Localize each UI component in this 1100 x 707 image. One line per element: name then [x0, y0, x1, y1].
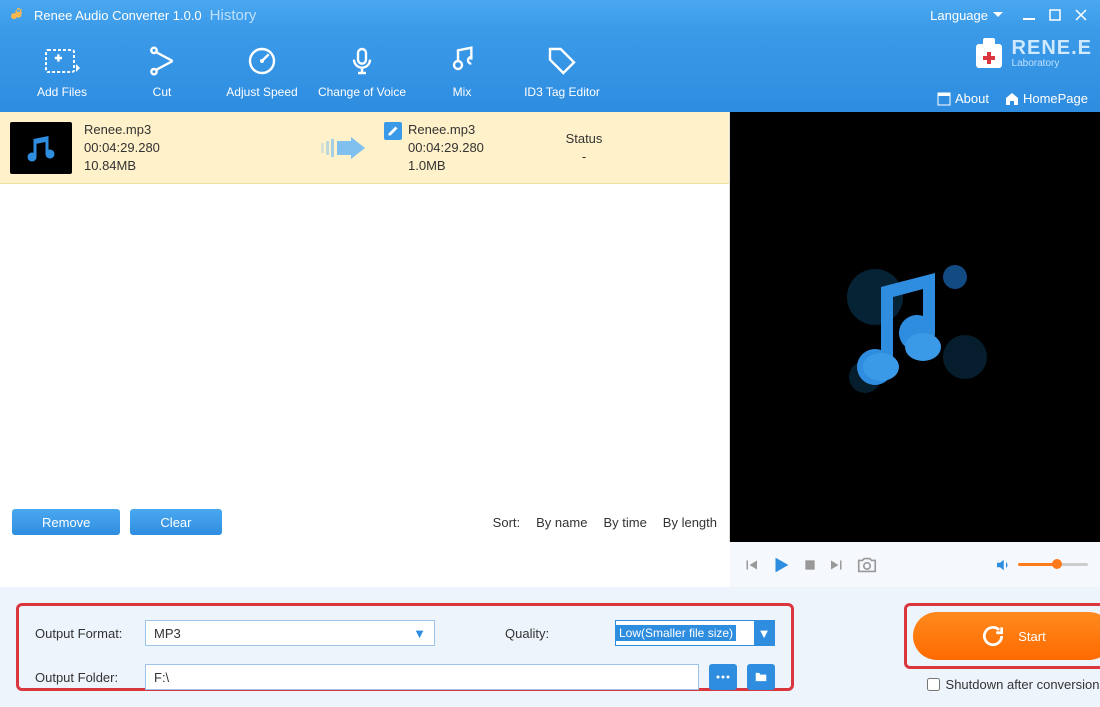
id3-tag-button[interactable]: ID3 Tag Editor: [512, 35, 612, 107]
shutdown-label: Shutdown after conversion: [946, 677, 1100, 692]
brand-text: RENE.E: [1012, 37, 1092, 59]
quality-value: Low(Smaller file size): [616, 625, 736, 641]
brand-subtitle: Laboratory: [1012, 58, 1092, 69]
source-file-info: Renee.mp3 00:04:29.280 10.84MB: [84, 121, 304, 175]
chevron-down-icon: ▼: [413, 626, 426, 641]
window-icon: [937, 92, 951, 106]
home-icon: [1005, 92, 1019, 106]
output-size: 1.0MB: [408, 157, 484, 175]
microphone-icon: [344, 43, 380, 79]
brand-logo: RENE.ELaboratory: [972, 34, 1092, 72]
toolbar-label: Change of Voice: [318, 85, 406, 99]
sort-by-length[interactable]: By length: [663, 515, 717, 530]
clear-button[interactable]: Clear: [130, 509, 221, 535]
play-button[interactable]: [770, 554, 792, 576]
output-duration: 00:04:29.280: [408, 139, 484, 157]
output-settings-box: Output Format: MP3 ▼ Quality: Low(Smalle…: [16, 603, 794, 691]
language-label: Language: [930, 8, 988, 23]
gauge-icon: [244, 43, 280, 79]
file-thumbnail: [10, 122, 72, 174]
file-status: Status -: [544, 130, 624, 166]
remove-button[interactable]: Remove: [12, 509, 120, 535]
start-label: Start: [1018, 629, 1045, 644]
add-files-button[interactable]: Add Files: [12, 35, 112, 107]
homepage-link[interactable]: HomePage: [1005, 91, 1088, 106]
player-controls: [730, 542, 1100, 587]
browse-folder-button[interactable]: [747, 664, 775, 690]
sort-controls: Sort: By name By time By length: [493, 515, 717, 530]
chevron-down-icon: [992, 9, 1004, 21]
toolbar-label: Cut: [153, 85, 172, 99]
volume-icon[interactable]: [994, 556, 1012, 574]
file-list: Renee.mp3 00:04:29.280 10.84MB Renee.mp3…: [0, 112, 730, 542]
source-size: 10.84MB: [84, 157, 304, 175]
shutdown-checkbox-row[interactable]: Shutdown after conversion: [927, 677, 1100, 692]
output-format-value: MP3: [154, 626, 181, 641]
folder-icon: [753, 670, 769, 684]
output-folder-label: Output Folder:: [35, 670, 135, 685]
mix-button[interactable]: Mix: [412, 35, 512, 107]
sort-by-name[interactable]: By name: [536, 515, 587, 530]
titlebar: Renee Audio Converter 1.0.0 History Lang…: [0, 0, 1100, 30]
arrow-icon: [304, 133, 384, 163]
more-button[interactable]: [709, 664, 737, 690]
preview-panel: [730, 112, 1100, 542]
maximize-button[interactable]: [1044, 4, 1066, 26]
prev-button[interactable]: [742, 556, 760, 574]
history-link[interactable]: History: [210, 7, 257, 24]
sort-label: Sort:: [493, 515, 520, 530]
close-button[interactable]: [1070, 4, 1092, 26]
adjust-speed-button[interactable]: Adjust Speed: [212, 35, 312, 107]
sort-by-time[interactable]: By time: [603, 515, 646, 530]
start-button[interactable]: Start: [913, 612, 1100, 660]
chevron-down-icon: ▼: [754, 621, 774, 645]
minimize-button[interactable]: [1018, 4, 1040, 26]
next-button[interactable]: [828, 556, 846, 574]
tag-icon: [544, 43, 580, 79]
stop-button[interactable]: [802, 557, 818, 573]
app-title: Renee Audio Converter 1.0.0: [34, 8, 202, 23]
cut-button[interactable]: Cut: [112, 35, 212, 107]
quality-select[interactable]: Low(Smaller file size) ▼: [615, 620, 775, 646]
output-filename: Renee.mp3: [408, 121, 484, 139]
source-filename: Renee.mp3: [84, 121, 304, 139]
add-files-icon: [44, 43, 80, 79]
output-folder-input[interactable]: [145, 664, 699, 690]
edit-output-button[interactable]: [384, 122, 402, 140]
toolbar-label: Adjust Speed: [226, 85, 297, 99]
snapshot-button[interactable]: [856, 554, 878, 576]
scissors-icon: [144, 43, 180, 79]
toolbar-label: Mix: [453, 85, 472, 99]
toolbar: Add Files Cut Adjust Speed Change of Voi…: [0, 30, 1100, 112]
file-row[interactable]: Renee.mp3 00:04:29.280 10.84MB Renee.mp3…: [0, 112, 729, 184]
source-duration: 00:04:29.280: [84, 139, 304, 157]
language-dropdown[interactable]: Language: [930, 8, 1004, 23]
quality-label: Quality:: [505, 626, 605, 641]
shutdown-checkbox[interactable]: [927, 678, 940, 691]
dots-icon: [715, 674, 731, 680]
output-format-label: Output Format:: [35, 626, 135, 641]
doctor-bag-icon: [972, 34, 1006, 72]
toolbar-label: Add Files: [37, 85, 87, 99]
start-button-frame: Start: [904, 603, 1100, 669]
output-format-select[interactable]: MP3 ▼: [145, 620, 435, 646]
app-icon: [8, 6, 26, 24]
music-note-icon: [815, 227, 1015, 427]
volume-slider[interactable]: [1018, 563, 1088, 566]
mix-icon: [444, 43, 480, 79]
refresh-icon: [980, 623, 1006, 649]
output-file-info: Renee.mp3 00:04:29.280 1.0MB: [384, 121, 544, 175]
toolbar-label: ID3 Tag Editor: [524, 85, 600, 99]
about-link[interactable]: About: [937, 91, 989, 106]
status-header: Status: [544, 130, 624, 148]
change-voice-button[interactable]: Change of Voice: [312, 35, 412, 107]
status-value: -: [544, 148, 624, 166]
